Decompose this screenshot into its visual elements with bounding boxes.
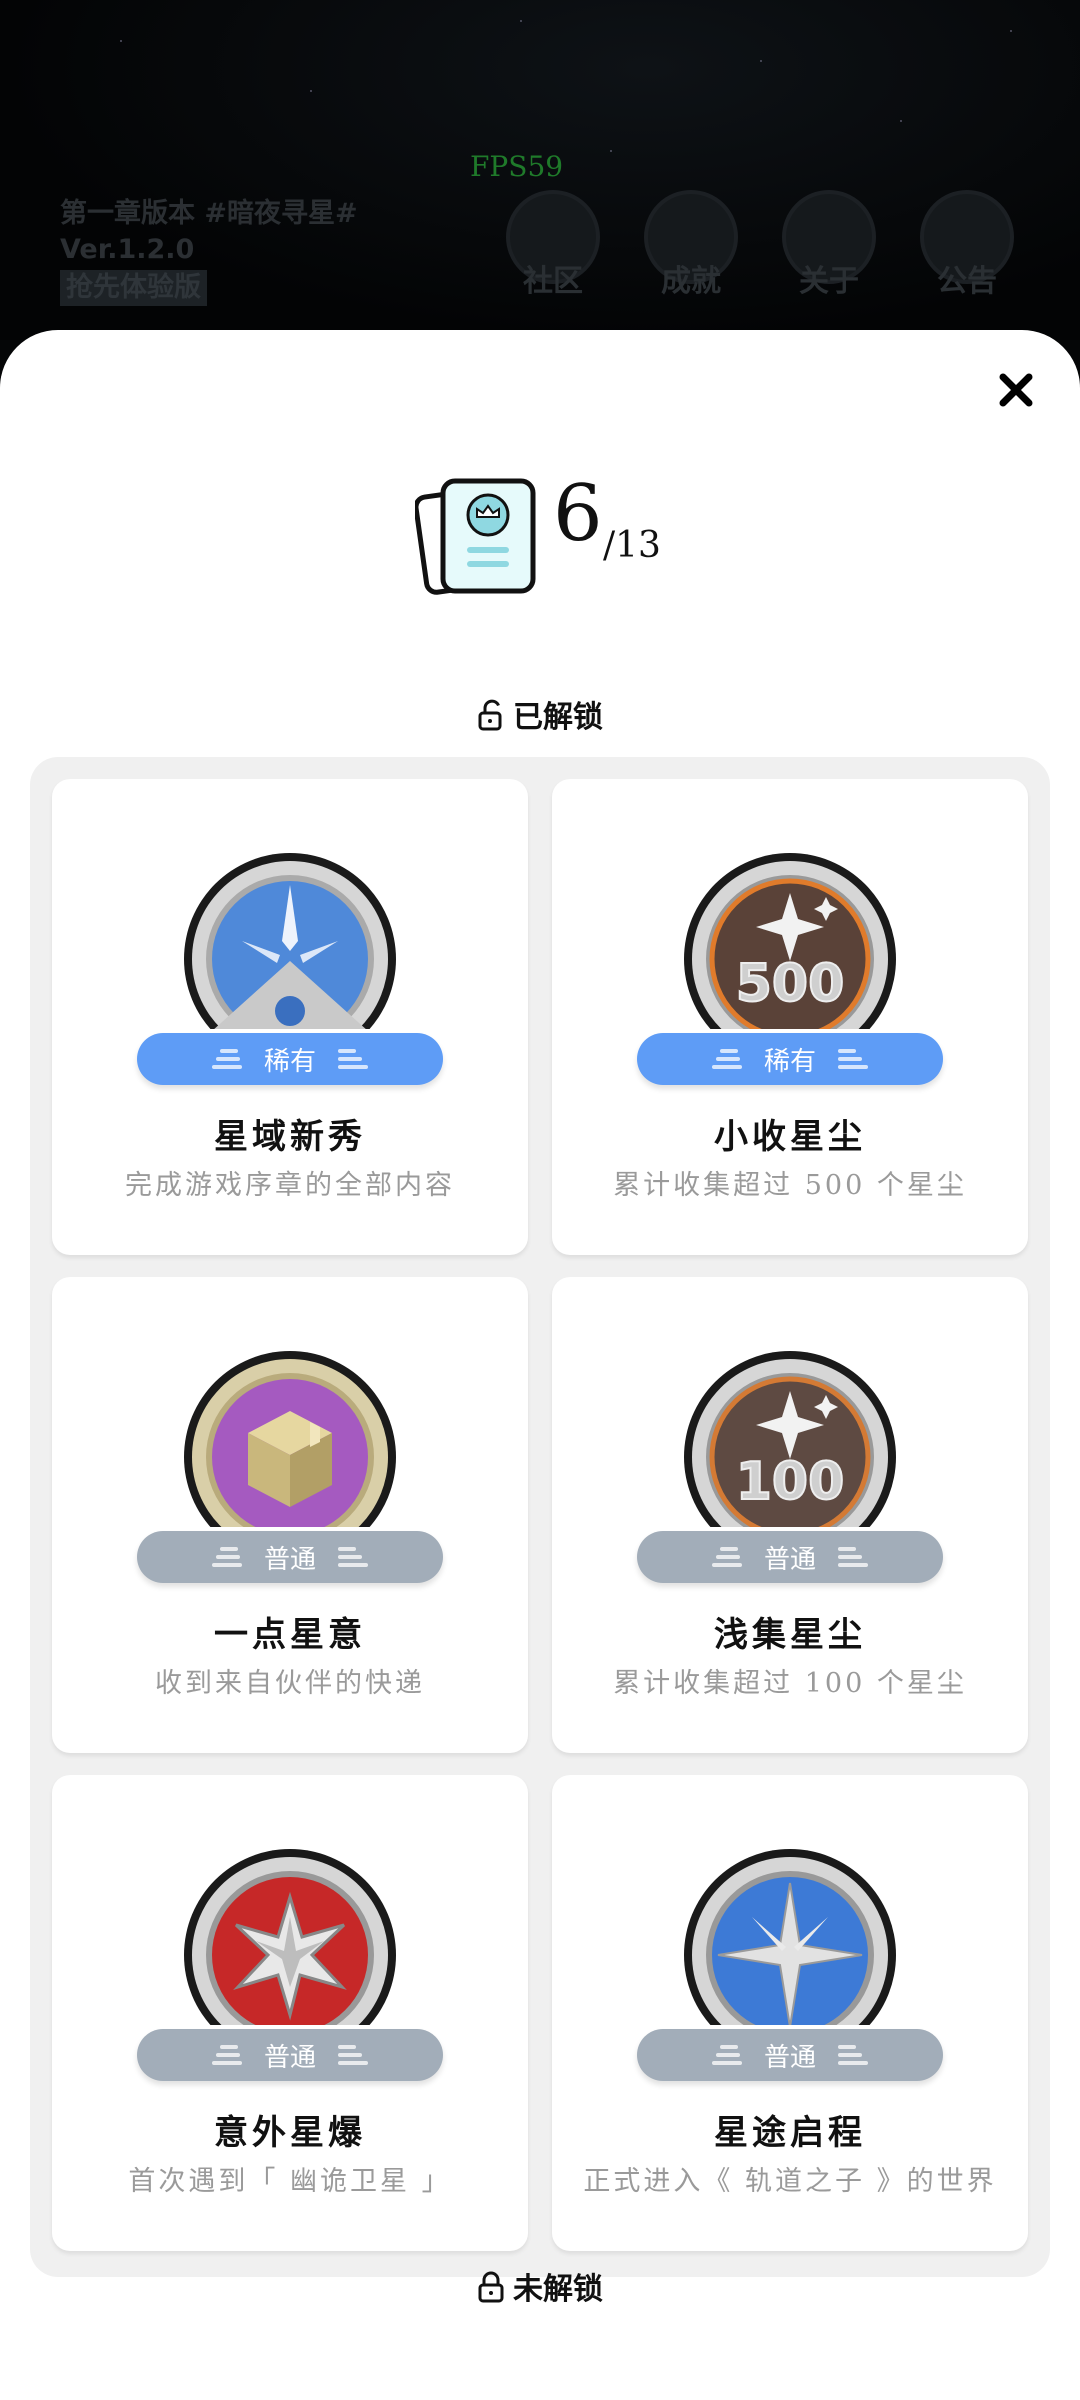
achievement-title: 星域新秀 [214,1117,366,1157]
unlocked-count: 6 [553,469,603,559]
achievement-title: 小收星尘 [714,1117,866,1157]
version-number: Ver.1.2.0 [60,234,195,265]
version-info: 第一章版本 #暗夜寻星# Ver.1.2.0 抢先体验版 [60,196,358,306]
early-access-tag: 抢先体验版 [60,270,207,306]
starburst-icon [182,1847,398,2025]
achievement-cards-icon [415,478,536,595]
rarity-badge: 稀有 [137,1033,443,1085]
achievement-desc: 完成游戏序章的全部内容 [125,1170,455,1201]
total-count: /13 [603,525,661,566]
svg-text:500: 500 [736,954,845,1014]
achievement-card[interactable]: 普通 星途启程 正式进入《 轨道之子 》的世界 [552,1775,1028,2251]
achievement-title: 一点星意 [214,1615,366,1655]
fps-counter: FPS59 [470,150,564,183]
achievement-title: 星途启程 [714,2113,866,2153]
achievement-desc: 正式进入《 轨道之子 》的世界 [583,2166,997,2197]
locked-section-title: 未解锁 [0,2264,1080,2308]
achievements-sheet: 6 /13 已解锁 稀有 星域新秀 完成游戏序章的全部内容 500 稀有 小收星… [0,330,1080,2400]
nav-community-button[interactable]: 社区 [505,190,601,300]
achievement-title: 意外星爆 [214,2113,366,2153]
achievement-card[interactable]: 100 普通 浅集星尘 累计收集超过 100 个星尘 [552,1277,1028,1753]
unlocked-section-title: 已解锁 [0,692,1080,736]
achievement-desc: 收到来自伙伴的快递 [155,1668,425,1699]
rarity-badge: 普通 [137,1531,443,1583]
achievement-card[interactable]: 普通 一点星意 收到来自伙伴的快递 [52,1277,528,1753]
package-icon [182,1349,398,1527]
top-nav: 社区 成就 关于 公告 [505,190,1015,300]
nav-achievement-button[interactable]: 成就 [643,190,739,300]
achievement-card[interactable]: 500 稀有 小收星尘 累计收集超过 500 个星尘 [552,779,1028,1255]
stardust-100-icon: 100 [682,1349,898,1527]
compass-star-icon [182,851,398,1029]
close-icon [999,373,1033,407]
svg-text:100: 100 [736,1452,845,1512]
achievement-card[interactable]: 稀有 星域新秀 完成游戏序章的全部内容 [52,779,528,1255]
nav-about-button[interactable]: 关于 [781,190,877,300]
close-button[interactable] [996,370,1036,410]
north-star-icon [682,1847,898,2025]
rarity-badge: 普通 [637,1531,943,1583]
version-chapter: 第一章版本 #暗夜寻星# [60,198,358,229]
rarity-badge: 稀有 [637,1033,943,1085]
achievement-title: 浅集星尘 [714,1615,866,1655]
lock-icon [478,2271,504,2303]
unlocked-achievements-panel: 稀有 星域新秀 完成游戏序章的全部内容 500 稀有 小收星尘 累计收集超过 5… [30,757,1050,2277]
rarity-badge: 普通 [637,2029,943,2081]
achievement-grid: 稀有 星域新秀 完成游戏序章的全部内容 500 稀有 小收星尘 累计收集超过 5… [52,779,1028,2251]
achievement-card[interactable]: 普通 意外星爆 首次遇到「 幽诡卫星 」 [52,1775,528,2251]
stardust-500-icon: 500 [682,851,898,1029]
nav-announcement-button[interactable]: 公告 [919,190,1015,300]
achievement-desc: 首次遇到「 幽诡卫星 」 [128,2166,452,2197]
unlock-icon [478,699,502,731]
achievement-desc: 累计收集超过 500 个星尘 [613,1170,967,1201]
achievement-progress: 6 /13 [415,469,715,605]
achievement-desc: 累计收集超过 100 个星尘 [613,1668,967,1699]
rarity-badge: 普通 [137,2029,443,2081]
